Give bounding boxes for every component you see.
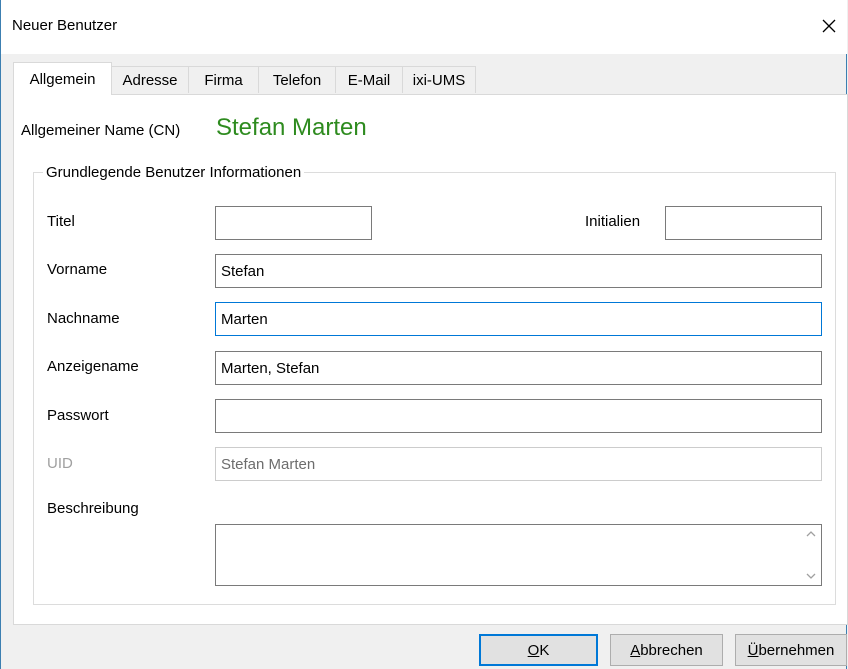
textarea-scrollbar[interactable] bbox=[801, 525, 821, 585]
beschreibung-label: Beschreibung bbox=[47, 500, 139, 517]
cn-label: Allgemeiner Name (CN) bbox=[21, 122, 181, 139]
uebernehmen-rest: bernehmen bbox=[758, 641, 835, 659]
nachname-field[interactable] bbox=[215, 302, 822, 336]
anzeigename-label: Anzeigename bbox=[47, 358, 139, 375]
uebernehmen-button[interactable]: Übernehmen bbox=[735, 634, 847, 666]
titel-field[interactable] bbox=[215, 206, 372, 240]
anzeigename-field[interactable] bbox=[215, 351, 822, 385]
uid-field bbox=[215, 447, 822, 481]
tab-allgemein[interactable]: Allgemein bbox=[13, 62, 112, 95]
tab-telefon[interactable]: Telefon bbox=[258, 66, 336, 93]
initialien-label: Initialien bbox=[585, 213, 641, 230]
dialog-window: Neuer Benutzer Allgemein Adresse Firma T… bbox=[0, 0, 848, 669]
window-title: Neuer Benutzer bbox=[12, 17, 118, 34]
vorname-label: Vorname bbox=[47, 261, 108, 278]
uid-label: UID bbox=[47, 455, 73, 472]
ok-button[interactable]: OK bbox=[479, 634, 598, 666]
close-button[interactable] bbox=[811, 8, 847, 44]
titel-label: Titel bbox=[47, 213, 75, 230]
ok-mnemonic: O bbox=[527, 641, 540, 659]
cn-value: Stefan Marten bbox=[216, 114, 367, 141]
passwort-field[interactable] bbox=[215, 399, 822, 433]
initialien-field[interactable] bbox=[665, 206, 822, 240]
abbrechen-rest: bbrechen bbox=[640, 641, 703, 659]
abbrechen-button[interactable]: Abbrechen bbox=[610, 634, 723, 666]
uebernehmen-mnemonic: Ü bbox=[747, 641, 759, 659]
vorname-field[interactable] bbox=[215, 254, 822, 288]
tab-firma[interactable]: Firma bbox=[188, 66, 259, 93]
close-icon bbox=[822, 19, 836, 33]
beschreibung-textarea[interactable] bbox=[215, 524, 822, 586]
tab-adresse[interactable]: Adresse bbox=[111, 66, 189, 93]
abbrechen-mnemonic: A bbox=[630, 641, 641, 659]
nachname-label: Nachname bbox=[47, 310, 120, 327]
passwort-label: Passwort bbox=[47, 407, 109, 424]
tab-ixi-ums[interactable]: ixi-UMS bbox=[402, 66, 476, 93]
ok-rest: K bbox=[539, 641, 550, 659]
chevron-up-icon[interactable] bbox=[804, 525, 818, 543]
title-bar: Neuer Benutzer bbox=[1, 0, 847, 54]
group-legend: Grundlegende Benutzer Informationen bbox=[43, 164, 305, 181]
tab-email[interactable]: E-Mail bbox=[335, 66, 403, 93]
chevron-down-icon[interactable] bbox=[804, 567, 818, 585]
